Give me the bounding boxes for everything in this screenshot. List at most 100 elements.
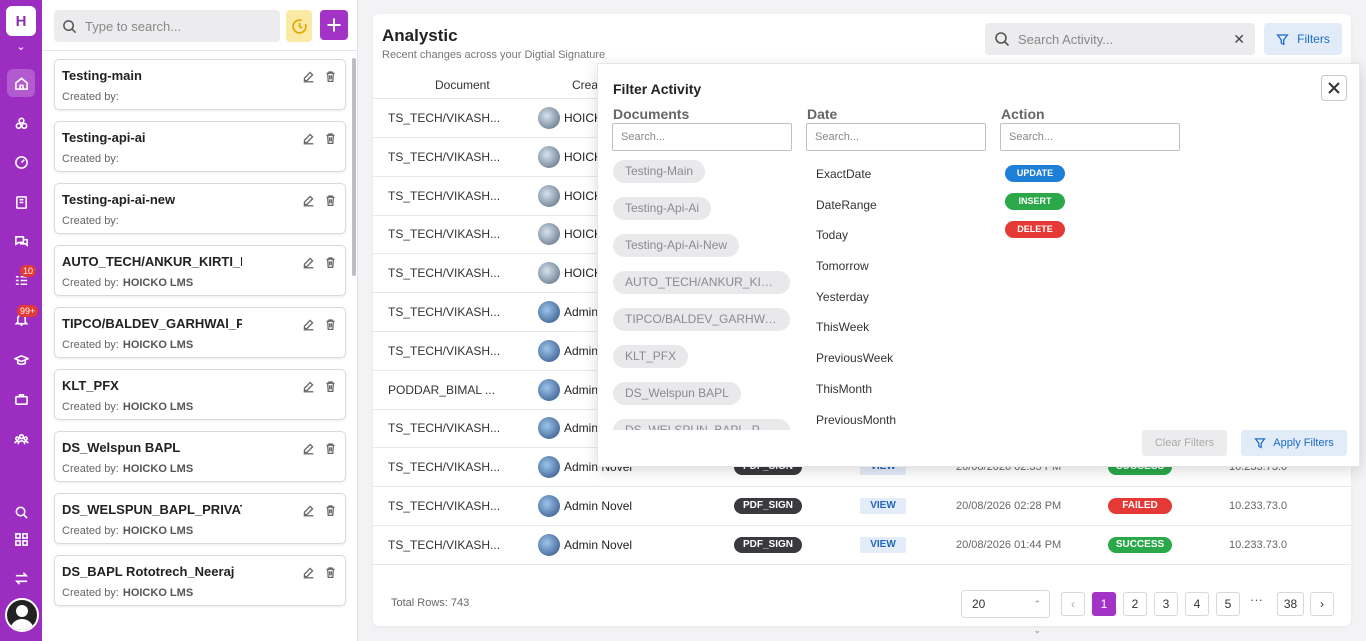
graduation-cap-icon[interactable] (7, 346, 35, 374)
trash-icon[interactable] (322, 130, 338, 146)
sidebar-search-input[interactable] (85, 18, 265, 34)
sidebar-search[interactable] (54, 10, 280, 42)
view-button[interactable]: VIEW (860, 498, 906, 514)
activity-search-input[interactable] (1018, 31, 1218, 47)
document-filter-chip[interactable]: AUTO_TECH/ANKUR_KIRTI_P... (613, 271, 790, 294)
page-title: Analystic (382, 26, 458, 45)
page-4[interactable]: 4 (1185, 592, 1209, 616)
action-filter-chip[interactable]: INSERT (1005, 193, 1065, 210)
page-2[interactable]: 2 (1123, 592, 1147, 616)
date-option[interactable]: PreviousMonth (816, 413, 896, 444)
chevron-down-icon[interactable]: ⌄ (0, 40, 42, 53)
document-card[interactable]: DS_BAPL Rototrech_Neeraj Created by: HOICK… (54, 555, 346, 606)
date-cell: 20/08/2026 01:44 PM (956, 538, 1062, 551)
edit-icon[interactable] (300, 378, 316, 394)
document-filter-chip[interactable]: Testing-Main (613, 160, 706, 183)
page-size-select[interactable]: 20 ⌃ ⌄ (961, 590, 1050, 635)
edit-icon[interactable] (300, 502, 316, 518)
trash-icon[interactable] (322, 440, 338, 456)
page-5[interactable]: 5 (1216, 592, 1240, 616)
document-card[interactable]: AUTO_TECH/ANKUR_KIRTI_P... Created by: HOI… (54, 245, 346, 296)
filters-button[interactable]: Filters (1264, 23, 1342, 55)
trash-icon[interactable] (322, 502, 338, 518)
close-filter-button[interactable] (1321, 75, 1347, 101)
document-title: Testing-main (62, 68, 142, 83)
team-icon[interactable] (7, 425, 35, 453)
workspace-logo[interactable]: H (6, 6, 36, 36)
document-filter-chip[interactable]: Testing-Api-Ai-New (613, 234, 740, 257)
document-card[interactable]: KLT_PFX Created by: HOICKO LMS (54, 369, 346, 420)
date-option[interactable]: DateRange (816, 198, 896, 229)
user-avatar (538, 301, 560, 323)
table-row[interactable]: TS_TECH/VIKASH... Admin Novel PDF_SIGN VIEW… (373, 487, 1351, 526)
action-filter-chip[interactable]: UPDATE (1005, 165, 1065, 182)
user-avatar[interactable] (5, 598, 39, 632)
trash-icon[interactable] (322, 378, 338, 394)
page-3[interactable]: 3 (1154, 592, 1178, 616)
clear-search-icon[interactable]: ✕ (1233, 31, 1245, 48)
edit-icon[interactable] (300, 440, 316, 456)
document-filter-chip[interactable]: DS_WELSPUN_BAPL_PRIVAT... (613, 419, 790, 430)
date-option[interactable]: Tomorrow (816, 259, 896, 290)
tasks-badge: 10 (20, 265, 37, 277)
trash-icon[interactable] (322, 254, 338, 270)
trash-icon[interactable] (322, 564, 338, 580)
page-1[interactable]: 1 (1092, 592, 1116, 616)
document-card[interactable]: Testing-api-ai Created by: (54, 121, 346, 172)
date-option[interactable]: ExactDate (816, 167, 896, 198)
edit-icon[interactable] (300, 130, 316, 146)
integrations-icon[interactable] (7, 109, 35, 137)
date-option[interactable]: Today (816, 228, 896, 259)
book-icon[interactable] (7, 188, 35, 216)
trash-icon[interactable] (322, 68, 338, 84)
view-button[interactable]: VIEW (860, 536, 906, 553)
trash-icon[interactable] (322, 192, 338, 208)
documents-search-input[interactable] (612, 123, 792, 151)
add-document-button[interactable] (320, 10, 348, 40)
edit-icon[interactable] (300, 316, 316, 332)
search-icon[interactable] (7, 498, 35, 526)
user-avatar (538, 495, 560, 517)
date-option[interactable]: PreviousWeek (816, 351, 896, 382)
document-card[interactable]: TIPCO/BALDEV_GARHWAl_P... Created by: HOIC… (54, 307, 346, 358)
column-document[interactable]: Document (435, 78, 490, 92)
apply-filters-button[interactable]: Apply Filters (1241, 430, 1347, 456)
prev-page-button[interactable]: ‹ (1061, 592, 1085, 616)
action-search-input[interactable] (1000, 123, 1180, 151)
apps-grid-icon[interactable] (7, 525, 35, 553)
document-card[interactable]: DS_Welspun BAPL Created by: HOICKO LMS (54, 431, 346, 482)
chat-icon[interactable] (7, 227, 35, 255)
document-card[interactable]: DS_WELSPUN_BAPL_PRIVAT... Created by: HOIC… (54, 493, 346, 544)
date-option[interactable]: ThisMonth (816, 382, 896, 413)
date-option[interactable]: ThisWeek (816, 320, 896, 351)
document-filter-chip[interactable]: DS_Welspun BAPL (613, 382, 741, 405)
document-card[interactable]: Testing-main Created by: (54, 59, 346, 110)
document-filter-chip[interactable]: Testing-Api-Ai (613, 197, 712, 220)
history-button[interactable] (286, 10, 312, 42)
date-search-input[interactable] (806, 123, 986, 151)
trash-icon[interactable] (322, 316, 338, 332)
document-filter-chip[interactable]: KLT_PFX (613, 345, 689, 368)
document-card[interactable]: Testing-api-ai-new Created by: (54, 183, 346, 234)
date-option[interactable]: Yesterday (816, 290, 896, 321)
edit-icon[interactable] (300, 254, 316, 270)
sidebar-scrollbar[interactable] (352, 58, 356, 276)
edit-icon[interactable] (300, 192, 316, 208)
edit-icon[interactable] (300, 564, 316, 580)
page-last[interactable]: 38 (1277, 592, 1304, 616)
dashboard-gauge-icon[interactable] (7, 148, 35, 176)
swap-arrows-icon[interactable] (7, 564, 35, 592)
clear-filters-button[interactable]: Clear Filters (1142, 430, 1227, 456)
document-filter-chip[interactable]: TIPCO/BALDEV_GARHWAl_P... (613, 308, 790, 331)
ip-cell: 10.233.73.0 (1229, 500, 1288, 512)
next-page-button[interactable]: › (1310, 592, 1334, 616)
edit-icon[interactable] (300, 68, 316, 84)
document-cell: TS_TECH/VIKASH... (388, 460, 501, 475)
created-by-label: Created by: (62, 91, 119, 103)
activity-search[interactable]: ✕ (985, 23, 1255, 55)
table-row[interactable]: TS_TECH/VIKASH... Admin Novel PDF_SIGN VIEW… (373, 526, 1351, 565)
briefcase-icon[interactable] (7, 385, 35, 413)
action-filter-chip[interactable]: DELETE (1005, 221, 1065, 238)
home-icon[interactable] (7, 69, 35, 97)
document-cell: TS_TECH/VIKASH... (388, 188, 501, 203)
